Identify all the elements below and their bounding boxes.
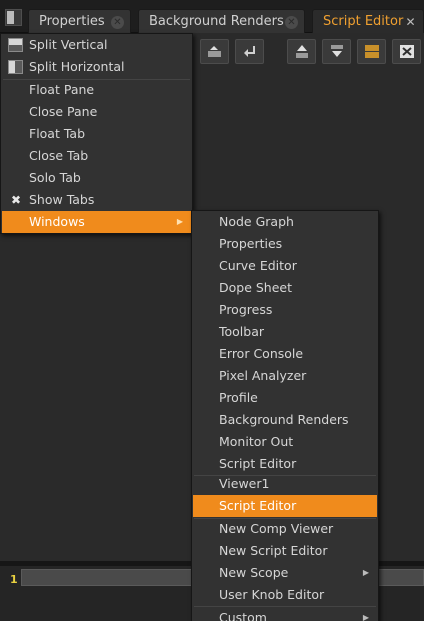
submenu-arrow-icon: ▶ — [362, 613, 369, 621]
submenu-arrow-icon: ▶ — [176, 217, 183, 226]
menu-item-close-tab[interactable]: Close Tab — [2, 145, 191, 167]
menu-item-show-tabs[interactable]: ✖ Show Tabs — [2, 189, 191, 211]
layout-toggle-button[interactable] — [357, 39, 386, 64]
tab-script-editor-close-icon[interactable]: ✕ — [404, 16, 417, 29]
menu-item-label: Error Console — [219, 346, 304, 361]
menu-item-label: Script Editor — [219, 456, 297, 471]
menu-item-label: Properties — [219, 236, 283, 251]
submenu-item-monitor-out[interactable]: Monitor Out — [193, 431, 377, 453]
submenu-item-node-graph[interactable]: Node Graph — [193, 211, 377, 233]
split-horizontal-icon — [8, 60, 23, 74]
menu-item-solo-tab[interactable]: Solo Tab — [2, 167, 191, 189]
menu-item-label: Progress — [219, 302, 273, 317]
menu-item-label: Float Pane — [29, 82, 95, 97]
submenu-item-script-editor-new[interactable]: Script Editor — [193, 495, 377, 517]
menu-item-label: User Knob Editor — [219, 587, 325, 602]
menu-item-label: Split Horizontal — [29, 59, 125, 74]
layout-icon — [365, 45, 379, 58]
menu-item-split-horizontal[interactable]: Split Horizontal — [2, 56, 191, 78]
menu-item-close-pane[interactable]: Close Pane — [2, 101, 191, 123]
submenu-item-pixel-analyzer[interactable]: Pixel Analyzer — [193, 365, 377, 387]
submenu-item-properties[interactable]: Properties — [193, 233, 377, 255]
menu-item-label: Profile — [219, 390, 258, 405]
tab-background-renders-label: Background Renders — [149, 14, 284, 29]
menu-item-label: Split Vertical — [29, 37, 108, 52]
menu-item-label: Monitor Out — [219, 434, 294, 449]
line-number: 1 — [10, 573, 18, 586]
tab-properties-label: Properties — [39, 14, 105, 29]
submenu-item-dope-sheet[interactable]: Dope Sheet — [193, 277, 377, 299]
return-arrow-icon — [244, 46, 255, 57]
menu-item-label: Show Tabs — [29, 192, 95, 207]
menu-item-label: Viewer1 — [219, 476, 270, 491]
menu-item-float-tab[interactable]: Float Tab — [2, 123, 191, 145]
split-vertical-icon — [8, 38, 23, 52]
menu-item-label: Script Editor — [219, 498, 297, 513]
menu-item-label: Dope Sheet — [219, 280, 293, 295]
submenu-item-curve-editor[interactable]: Curve Editor — [193, 255, 377, 277]
windows-submenu: Node Graph Properties Curve Editor Dope … — [191, 210, 379, 621]
menu-item-float-pane[interactable]: Float Pane — [2, 79, 191, 101]
clear-history-button[interactable] — [392, 39, 421, 64]
clear-icon — [400, 45, 414, 58]
menu-item-label: Pixel Analyzer — [219, 368, 307, 383]
check-icon: ✖ — [11, 193, 22, 207]
submenu-arrow-icon: ▶ — [362, 568, 369, 577]
menu-item-label: Float Tab — [29, 126, 86, 141]
previous-script-button[interactable] — [287, 39, 316, 64]
submenu-item-profile[interactable]: Profile — [193, 387, 377, 409]
submenu-item-viewer1[interactable]: Viewer1 — [193, 473, 377, 495]
menu-item-label: Windows — [29, 214, 85, 229]
menu-item-label: New Comp Viewer — [219, 521, 334, 536]
load-script-icon — [208, 46, 221, 57]
next-script-button[interactable] — [322, 39, 351, 64]
submenu-item-new-script-editor[interactable]: New Script Editor — [193, 540, 377, 562]
menu-item-split-vertical[interactable]: Split Vertical — [2, 34, 191, 56]
tab-background-renders-close-icon[interactable]: ✕ — [285, 16, 298, 29]
tab-background-renders[interactable]: Background Renders ✕ — [138, 9, 305, 34]
tab-properties[interactable]: Properties ✕ — [28, 9, 131, 34]
menu-item-label: Toolbar — [219, 324, 265, 339]
upload-icon — [296, 45, 308, 58]
menu-item-label: Curve Editor — [219, 258, 297, 273]
nuke-window: Properties ✕ Background Renders ✕ Script… — [0, 0, 424, 621]
pane-menu-icon[interactable] — [5, 9, 22, 26]
menu-item-label: Close Pane — [29, 104, 98, 119]
tab-bar: Properties ✕ Background Renders ✕ Script… — [0, 0, 424, 34]
submenu-item-progress[interactable]: Progress — [193, 299, 377, 321]
menu-item-label: Close Tab — [29, 148, 89, 163]
menu-item-label: New Scope — [219, 565, 289, 580]
submenu-item-script-editor[interactable]: Script Editor — [193, 453, 377, 475]
menu-item-label: Background Renders — [219, 412, 349, 427]
menu-item-windows[interactable]: Windows ▶ — [2, 211, 191, 233]
submenu-item-toolbar[interactable]: Toolbar — [193, 321, 377, 343]
menu-item-label: Solo Tab — [29, 170, 81, 185]
menu-item-label: Node Graph — [219, 214, 294, 229]
load-script-button[interactable] — [200, 39, 229, 64]
submenu-item-new-scope[interactable]: New Scope ▶ — [193, 562, 377, 584]
submenu-item-user-knob-editor[interactable]: User Knob Editor — [193, 584, 377, 606]
tab-script-editor[interactable]: Script Editor ✕ — [312, 9, 424, 34]
download-icon — [331, 45, 343, 57]
submenu-item-custom[interactable]: Custom ▶ — [193, 607, 377, 621]
pane-context-menu: Split Vertical Split Horizontal Float Pa… — [0, 33, 193, 234]
submenu-item-error-console[interactable]: Error Console — [193, 343, 377, 365]
submenu-item-background-renders[interactable]: Background Renders — [193, 409, 377, 431]
submenu-item-new-comp-viewer[interactable]: New Comp Viewer — [193, 518, 377, 540]
menu-item-label: New Script Editor — [219, 543, 328, 558]
menu-item-label: Custom — [219, 610, 267, 621]
source-script-button[interactable] — [235, 39, 264, 64]
tab-script-editor-label: Script Editor — [323, 14, 404, 29]
tab-properties-close-icon[interactable]: ✕ — [111, 16, 124, 29]
